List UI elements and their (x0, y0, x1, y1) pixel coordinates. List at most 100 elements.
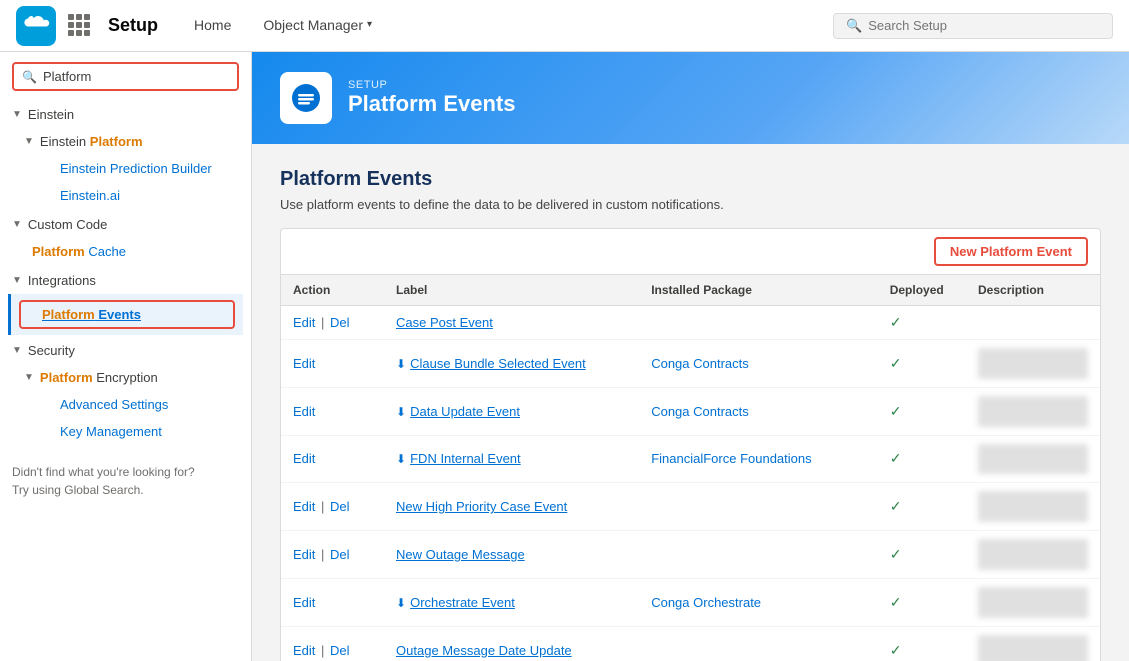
search-input[interactable] (868, 18, 1100, 33)
group-platform-encryption-header[interactable]: ▼ Platform Encryption (12, 364, 251, 391)
group-einstein-header[interactable]: ▼ Einstein (0, 101, 251, 128)
event-label-link[interactable]: Case Post Event (396, 315, 493, 330)
einstein-ai-link[interactable]: Einstein.ai (60, 188, 120, 203)
installed-package-icon: ⬇ (396, 452, 406, 466)
advanced-settings-link[interactable]: Advanced Settings (60, 397, 168, 412)
chevron-custom-code: ▼ (12, 219, 22, 230)
cell-action: Edit | Del (281, 531, 384, 579)
package-link[interactable]: Conga Contracts (651, 404, 749, 419)
cell-action: Edit (281, 435, 384, 483)
cell-installed-package (639, 306, 877, 340)
cell-installed-package (639, 626, 877, 661)
global-search[interactable]: 🔍 (833, 13, 1113, 39)
cell-installed-package (639, 531, 877, 579)
sidebar-item-einstein-prediction-builder[interactable]: Einstein Prediction Builder (12, 155, 251, 182)
sidebar-item-advanced-settings[interactable]: Advanced Settings (12, 391, 251, 418)
action-edit-link[interactable]: Edit (293, 547, 315, 562)
sidebar-item-platform-cache[interactable]: Platform Cache (0, 238, 251, 265)
sidebar-item-einstein-ai[interactable]: Einstein.ai (12, 182, 251, 209)
sidebar-search-input[interactable] (43, 69, 229, 84)
cell-description: ████████████ ██████ ████ (966, 578, 1100, 626)
events-table-container: New Platform Event Action Label Installe… (280, 228, 1101, 661)
tab-home[interactable]: Home (178, 0, 247, 51)
action-separator: | (317, 315, 328, 330)
action-del-link[interactable]: Del (330, 643, 350, 658)
action-edit-link[interactable]: Edit (293, 499, 315, 514)
cell-installed-package: FinancialForce Foundations (639, 435, 877, 483)
sidebar-search-box[interactable]: 🔍 (12, 62, 239, 91)
event-label-link[interactable]: New High Priority Case Event (396, 499, 567, 514)
platform-events-box[interactable]: Platform Events (19, 300, 235, 329)
action-separator: | (317, 499, 328, 514)
page-title: Platform Events (280, 168, 1101, 191)
deployed-checkmark: ✓ (890, 546, 902, 562)
cell-description: ████████████ ██████ ████ (966, 483, 1100, 531)
action-edit-link[interactable]: Edit (293, 451, 315, 466)
group-security-header[interactable]: ▼ Security (0, 337, 251, 364)
group-custom-code-label: Custom Code (28, 217, 107, 232)
platform-cache-link[interactable]: Platform Cache (32, 244, 126, 259)
cell-installed-package: Conga Orchestrate (639, 578, 877, 626)
cell-description (966, 306, 1100, 340)
action-del-link[interactable]: Del (330, 499, 350, 514)
group-custom-code-header[interactable]: ▼ Custom Code (0, 211, 251, 238)
cell-deployed: ✓ (878, 306, 966, 340)
event-label-link[interactable]: Data Update Event (410, 404, 520, 419)
event-label-link[interactable]: New Outage Message (396, 547, 525, 562)
cell-description: ████████████ ██████ ████ (966, 387, 1100, 435)
installed-package-icon: ⬇ (396, 357, 406, 371)
chevron-security: ▼ (12, 345, 22, 356)
chevron-down-icon: ▾ (367, 19, 372, 30)
salesforce-logo (16, 6, 56, 46)
sidebar-item-platform-events[interactable]: Platform Events (8, 294, 243, 335)
action-edit-link[interactable]: Edit (293, 643, 315, 658)
cell-description: ████████████ ██████ ████ (966, 626, 1100, 661)
package-link[interactable]: Conga Orchestrate (651, 595, 761, 610)
group-einstein: ▼ Einstein ▼ Einstein Platform Einstein … (0, 101, 251, 209)
sidebar-item-key-management[interactable]: Key Management (12, 418, 251, 445)
action-edit-link[interactable]: Edit (293, 404, 315, 419)
cell-label: Case Post Event (384, 306, 639, 340)
action-del-link[interactable]: Del (330, 547, 350, 562)
package-link[interactable]: FinancialForce Foundations (651, 451, 811, 466)
event-label-link[interactable]: Orchestrate Event (410, 595, 515, 610)
event-label-link[interactable]: FDN Internal Event (410, 451, 521, 466)
main-content: SETUP Platform Events Platform Events Us… (252, 52, 1129, 661)
cell-installed-package: Conga Contracts (639, 387, 877, 435)
action-edit-link[interactable]: Edit (293, 595, 315, 610)
action-edit-link[interactable]: Edit (293, 356, 315, 371)
table-body: Edit | Del Case Post Event ✓ Edit ⬇ Clause Bu… (281, 306, 1100, 661)
cell-description: ████████████ ██████ ████ (966, 435, 1100, 483)
group-einstein-platform-label: Einstein Platform (40, 134, 143, 149)
deployed-checkmark: ✓ (890, 314, 902, 330)
group-einstein-platform-header[interactable]: ▼ Einstein Platform (12, 128, 251, 155)
key-management-link[interactable]: Key Management (60, 424, 162, 439)
app-name: Setup (108, 15, 158, 36)
deployed-checkmark: ✓ (890, 642, 902, 658)
package-link[interactable]: Conga Contracts (651, 356, 749, 371)
col-header-description: Description (966, 275, 1100, 306)
action-del-link[interactable]: Del (330, 315, 350, 330)
event-label-link[interactable]: Clause Bundle Selected Event (410, 356, 586, 371)
cell-label: ⬇ Clause Bundle Selected Event (384, 340, 639, 388)
group-platform-encryption-label: Platform Encryption (40, 370, 158, 385)
events-table: Action Label Installed Package Deployed … (281, 275, 1100, 661)
cell-action: Edit | Del (281, 306, 384, 340)
main-layout: 🔍 ▼ Einstein ▼ Einstein Platform Einstei… (0, 52, 1129, 661)
sidebar-footer-text: Didn't find what you're looking for?Try … (12, 465, 195, 497)
action-separator: | (317, 547, 328, 562)
cell-deployed: ✓ (878, 387, 966, 435)
group-integrations-header[interactable]: ▼ Integrations (0, 267, 251, 294)
chevron-einstein-platform: ▼ (24, 136, 34, 147)
platform-events-link[interactable]: Platform Events (42, 307, 141, 322)
group-security: ▼ Security ▼ Platform Encryption Advance… (0, 337, 251, 445)
cell-action: Edit (281, 340, 384, 388)
action-edit-link[interactable]: Edit (293, 315, 315, 330)
description-text: ████████████ ██████ ████ (978, 539, 1088, 570)
hero-banner: SETUP Platform Events (252, 52, 1129, 144)
tab-object-manager[interactable]: Object Manager ▾ (247, 0, 388, 51)
new-platform-event-button[interactable]: New Platform Event (934, 237, 1088, 266)
apps-icon[interactable] (68, 14, 92, 38)
einstein-prediction-builder-link[interactable]: Einstein Prediction Builder (60, 161, 212, 176)
event-label-link[interactable]: Outage Message Date Update (396, 643, 572, 658)
